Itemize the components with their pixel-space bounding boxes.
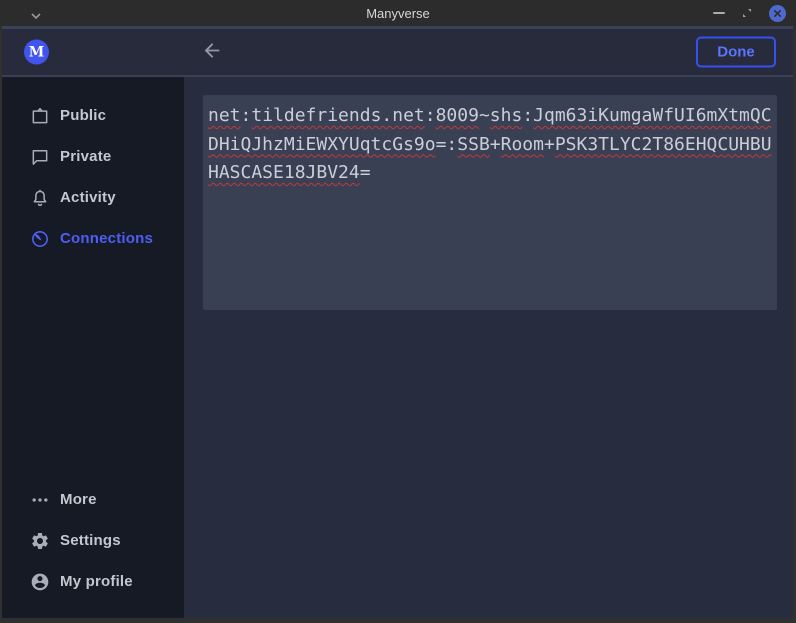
sidebar-bottom-group: More Settings My profile (2, 479, 184, 602)
invite-text-segment: 8009 (436, 105, 479, 126)
app-body: Public Private Activity Connections More Set… (2, 77, 793, 618)
invite-text-segment: : (241, 105, 252, 126)
invite-text-segment: ~ (479, 105, 490, 126)
window-controls (713, 0, 786, 26)
message-bubble-icon (30, 147, 50, 167)
gear-icon (30, 531, 50, 551)
dots-horizontal-icon (30, 490, 50, 510)
sidebar-item-label: My profile (60, 573, 133, 590)
invite-text-segment: + (544, 134, 555, 155)
invite-code-input[interactable]: net:tildefriends.net:8009~shs:Jqm63iKumg… (203, 95, 777, 310)
sidebar-item-activity[interactable]: Activity (2, 177, 184, 218)
sidebar-item-more[interactable]: More (2, 479, 184, 520)
invite-text-segment: + (490, 134, 501, 155)
main-content: net:tildefriends.net:8009~shs:Jqm63iKumg… (184, 77, 793, 618)
arrow-left-icon (201, 40, 223, 65)
bell-icon (30, 188, 50, 208)
manyverse-window: Manyverse M Done Public Private (0, 0, 796, 623)
done-button[interactable]: Done (696, 37, 776, 68)
sidebar-item-label: Activity (60, 189, 116, 206)
sidebar: Public Private Activity Connections More Set… (2, 77, 184, 618)
invite-text-segment: Room (501, 134, 544, 155)
connections-dial-icon (30, 229, 50, 249)
back-button[interactable] (199, 38, 225, 67)
invite-text-segment: shs (490, 105, 523, 126)
titlebar: Manyverse (0, 0, 796, 26)
invite-text-segment: =: (436, 134, 458, 155)
sidebar-item-label: Private (60, 148, 111, 165)
sidebar-item-settings[interactable]: Settings (2, 520, 184, 561)
invite-text-segment: : (425, 105, 436, 126)
window-frame: M Done Public Private Activity Connections … (0, 26, 796, 623)
account-circle-icon (30, 572, 50, 592)
window-title: Manyverse (0, 6, 796, 21)
sidebar-item-label: Settings (60, 532, 121, 549)
invite-text-segment: : (522, 105, 533, 126)
sidebar-item-label: More (60, 491, 97, 508)
invite-text-segment: SSB (457, 134, 490, 155)
minimize-icon[interactable] (713, 12, 725, 14)
close-icon[interactable] (769, 5, 786, 22)
sidebar-item-label: Connections (60, 230, 153, 247)
restore-icon[interactable] (741, 7, 753, 19)
sidebar-item-private[interactable]: Private (2, 136, 184, 177)
sidebar-item-my-profile[interactable]: My profile (2, 561, 184, 602)
sidebar-item-public[interactable]: Public (2, 95, 184, 136)
sidebar-item-label: Public (60, 107, 106, 124)
sidebar-top-group: Public Private Activity Connections (2, 95, 184, 259)
bulletin-board-icon (30, 106, 50, 126)
app-header: M Done (2, 26, 793, 77)
invite-text-segment: net (208, 105, 241, 126)
manyverse-logo-icon: M (24, 40, 49, 65)
invite-text-segment: tildefriends.net (251, 105, 424, 126)
invite-text-segment: = (360, 162, 371, 183)
sidebar-item-connections[interactable]: Connections (2, 218, 184, 259)
